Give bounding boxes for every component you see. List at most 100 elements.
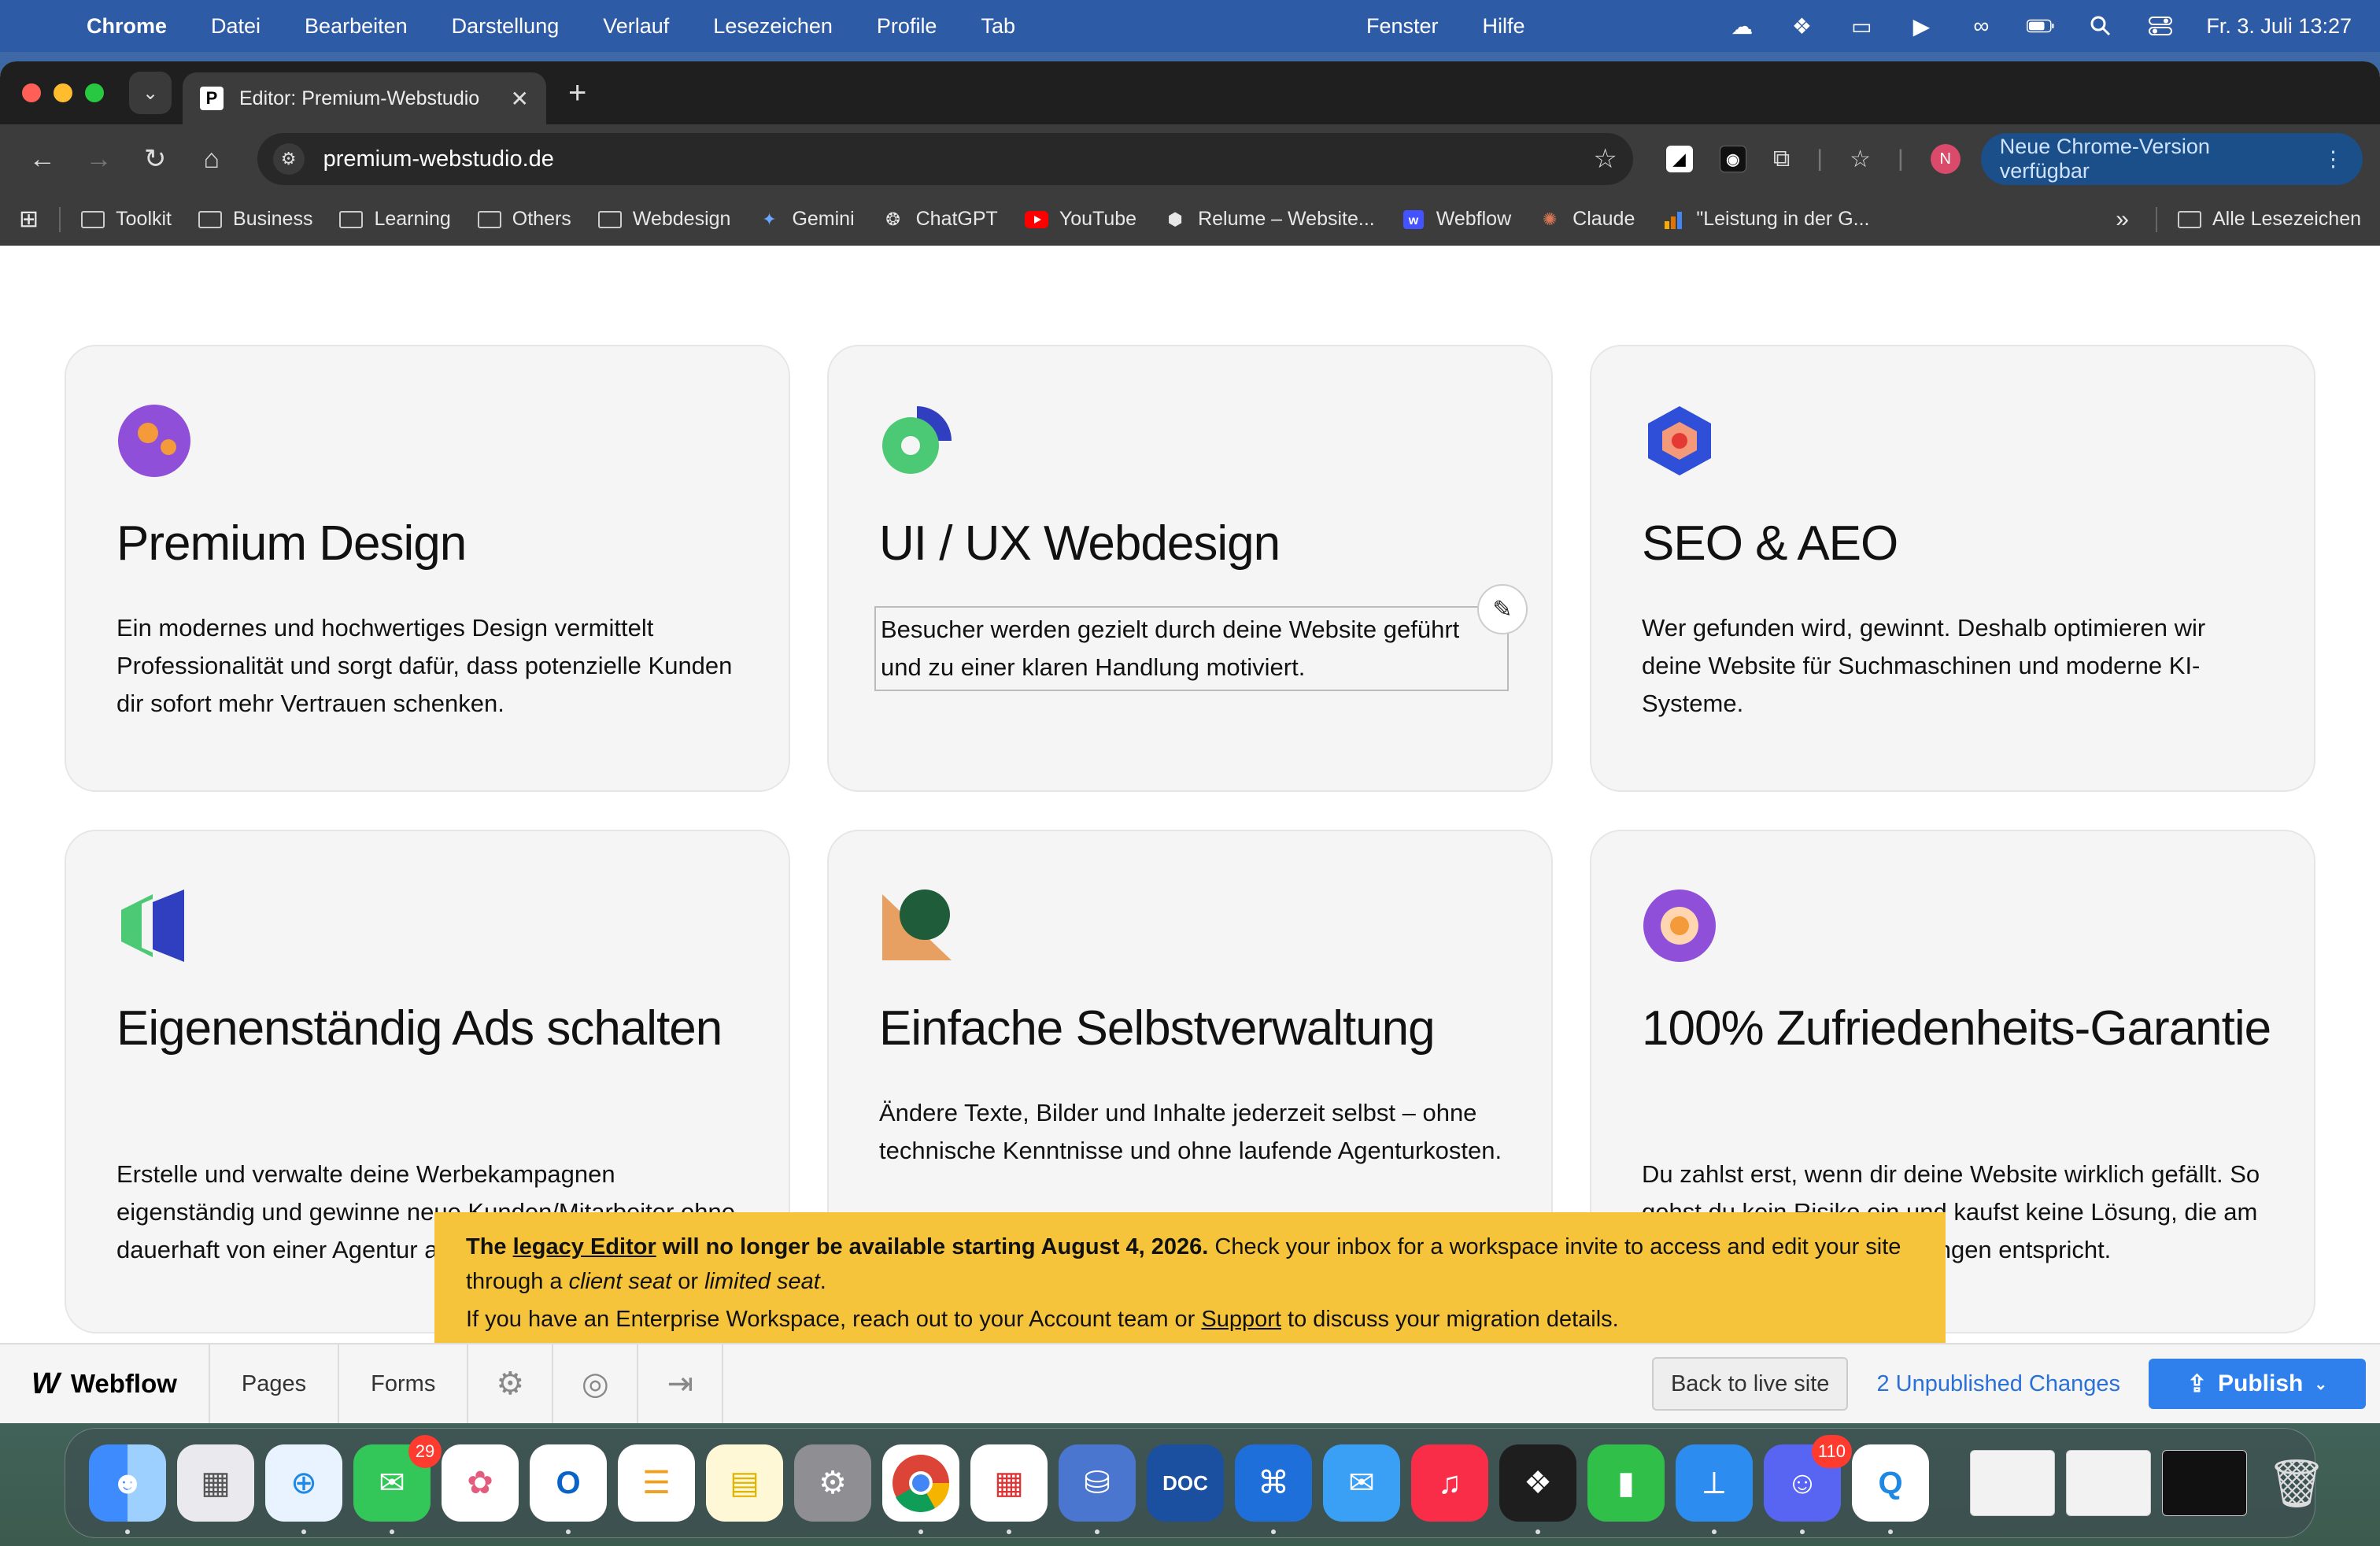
link-icon[interactable]: ∞ (1967, 13, 1995, 38)
url-text[interactable]: premium-webstudio.de (323, 146, 554, 172)
webflow-brand[interactable]: W Webflow (0, 1344, 210, 1423)
finder-icon[interactable]: ☻ (89, 1444, 166, 1534)
menu-tab[interactable]: Tab (981, 14, 1015, 39)
menu-verlauf[interactable]: Verlauf (603, 14, 669, 39)
figma-menubar-icon[interactable]: ❖ (1787, 14, 1816, 39)
bookmark-webflow[interactable]: w Webflow (1402, 208, 1511, 231)
legacy-editor-link[interactable]: legacy Editor (513, 1234, 656, 1259)
menu-app-chrome[interactable]: Chrome (87, 14, 167, 39)
messages-icon[interactable]: ✉ 29 (353, 1435, 442, 1534)
card-title[interactable]: Eigenenständig Ads schalten (116, 998, 746, 1060)
help-lifebuoy-icon[interactable]: ◎ (553, 1344, 639, 1423)
profile-avatar[interactable]: N (1930, 144, 1961, 174)
forms-tab[interactable]: Forms (339, 1344, 469, 1423)
bookmark-chatgpt[interactable]: ❂ ChatGPT (881, 208, 997, 231)
settings-gear-icon[interactable]: ⚙ (468, 1344, 554, 1423)
menu-lesezeichen[interactable]: Lesezeichen (713, 14, 833, 39)
bookmark-relume[interactable]: ⬢ Relume – Website... (1163, 208, 1374, 231)
doc-app-icon[interactable]: DOC (1147, 1444, 1224, 1522)
bookmark-business[interactable]: Business (198, 208, 312, 231)
menu-datei[interactable]: Datei (211, 14, 261, 39)
close-window-button[interactable] (22, 83, 41, 102)
active-tab[interactable]: P Editor: Premium-Webstudio ✕ (183, 72, 546, 124)
extension-2-icon[interactable]: ◉ (1719, 146, 1746, 172)
zoom-window-button[interactable] (85, 83, 104, 102)
bookmark-youtube[interactable]: YouTube (1024, 208, 1136, 231)
minimized-window-1[interactable] (1970, 1450, 2055, 1516)
new-tab-button[interactable]: + (568, 76, 586, 111)
bookmark-gemini[interactable]: ✦ Gemini (757, 208, 854, 231)
framer-icon[interactable]: ⌘ (1235, 1444, 1312, 1534)
card-title[interactable]: SEO & AEO (1642, 513, 1898, 575)
notes-icon[interactable]: ▤ (706, 1444, 783, 1522)
support-link[interactable]: Support (1201, 1307, 1281, 1332)
chrome-icon[interactable] (882, 1444, 959, 1534)
chrome-update-button[interactable]: Neue Chrome-Version verfügbar ⋮ (1980, 133, 2363, 185)
bookmark-others[interactable]: Others (477, 208, 571, 231)
all-bookmarks-folder[interactable]: Alle Lesezeichen (2177, 208, 2361, 231)
menubar-clock[interactable]: Fr. 3. Juli 13:27 (2206, 14, 2352, 39)
bookmark-learning[interactable]: Learning (339, 208, 451, 231)
edit-pencil-icon[interactable]: ✎ (1477, 584, 1528, 634)
spotlight-search-icon[interactable] (2086, 14, 2115, 38)
bookmark-toolkit[interactable]: Toolkit (81, 208, 172, 231)
reload-icon[interactable]: ↻ (130, 134, 180, 184)
minimize-window-button[interactable] (54, 83, 72, 102)
music-icon[interactable]: ♫ (1411, 1444, 1488, 1522)
apps-grid-icon[interactable]: ⊞ (19, 205, 39, 233)
automator-icon[interactable]: ⛁ (1059, 1444, 1136, 1534)
back-to-live-site-button[interactable]: Back to live site (1651, 1357, 1849, 1411)
display-icon[interactable]: ▭ (1847, 14, 1876, 39)
play-icon[interactable]: ▶ (1907, 14, 1935, 39)
photos-icon[interactable]: ✿ (442, 1444, 519, 1522)
system-settings-icon[interactable]: ⚙ (794, 1444, 871, 1522)
reading-list-icon[interactable]: ☆ (1850, 146, 1871, 173)
card-title[interactable]: 100% Zufriedenheits-Garantie (1642, 998, 2271, 1060)
close-tab-icon[interactable]: ✕ (511, 86, 529, 112)
more-menu-icon[interactable]: ⋮ (2323, 147, 2344, 172)
card-description[interactable]: Ändere Texte, Bilder und Inhalte jederze… (879, 1094, 1509, 1170)
bookmark-star-icon[interactable]: ☆ (1593, 143, 1617, 175)
trash-icon[interactable]: 🗑 (2258, 1444, 2335, 1522)
extension-1-icon[interactable]: ◢ (1665, 146, 1693, 172)
control-center-icon[interactable] (2146, 14, 2175, 38)
numbers-icon[interactable]: ▮ (1587, 1444, 1665, 1522)
bookmark-webdesign[interactable]: Webdesign (597, 208, 730, 231)
card-title[interactable]: UI / UX Webdesign (879, 513, 1281, 575)
publish-button[interactable]: ⇪ Publish ⌄ (2149, 1359, 2366, 1409)
creative-cloud-icon[interactable]: ☁ (1728, 14, 1756, 39)
extensions-puzzle-icon[interactable]: ⧉ (1773, 146, 1790, 172)
outlook-icon[interactable]: O (530, 1444, 607, 1534)
card-title[interactable]: Einfache Selbstverwaltung (879, 998, 1436, 1060)
card-title[interactable]: Premium Design (116, 513, 467, 575)
home-icon[interactable]: ⌂ (187, 134, 237, 184)
figma-icon[interactable]: ❖ (1499, 1444, 1576, 1534)
menu-bearbeiten[interactable]: Bearbeiten (305, 14, 408, 39)
keynote-icon[interactable]: ⟂ (1676, 1444, 1753, 1534)
unpublished-changes-link[interactable]: 2 Unpublished Changes (1876, 1371, 2120, 1397)
bookmark-claude[interactable]: ✺ Claude (1538, 208, 1635, 231)
back-icon[interactable]: ← (17, 134, 68, 184)
menu-profile[interactable]: Profile (877, 14, 937, 39)
battery-icon[interactable] (2027, 14, 2055, 38)
menu-darstellung[interactable]: Darstellung (452, 14, 560, 39)
card-description[interactable]: Wer gefunden wird, gewinnt. Deshalb opti… (1642, 609, 2271, 723)
reminders-icon[interactable]: ☰ (618, 1444, 695, 1522)
mail-icon[interactable]: ✉ (1323, 1444, 1400, 1522)
pages-tab[interactable]: Pages (210, 1344, 340, 1423)
logout-icon[interactable]: ⇥ (638, 1344, 724, 1423)
discord-icon[interactable]: ☺ 110 (1764, 1435, 1852, 1534)
tab-search-button[interactable]: ⌄ (129, 72, 172, 114)
safari-icon[interactable]: ⊕ (265, 1444, 342, 1534)
quicktime-icon[interactable]: Q (1852, 1444, 1929, 1534)
card-description-editing[interactable]: Besucher werden gezielt durch deine Webs… (874, 606, 1509, 691)
forward-icon[interactable]: → (74, 134, 124, 184)
menu-fenster[interactable]: Fenster (1366, 14, 1439, 39)
minimized-window-3[interactable] (2162, 1450, 2247, 1516)
more-bookmarks-icon[interactable]: » (2116, 206, 2129, 233)
site-info-icon[interactable]: ⚙ (272, 143, 305, 175)
card-description[interactable]: Ein modernes und hochwertiges Design ver… (116, 609, 746, 723)
bookmark-analytics[interactable]: "Leistung in der G... (1661, 208, 1869, 231)
minimized-window-2[interactable] (2066, 1450, 2151, 1516)
menu-hilfe[interactable]: Hilfe (1483, 14, 1525, 39)
